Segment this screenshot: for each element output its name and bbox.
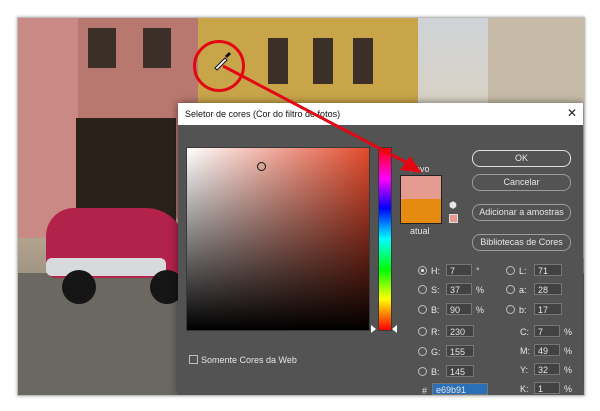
annotation-arrow — [222, 64, 422, 173]
screenshot-frame: Seletor de cores (Cor do filtro de fotos… — [17, 17, 585, 396]
eyedropper-icon — [214, 52, 231, 71]
